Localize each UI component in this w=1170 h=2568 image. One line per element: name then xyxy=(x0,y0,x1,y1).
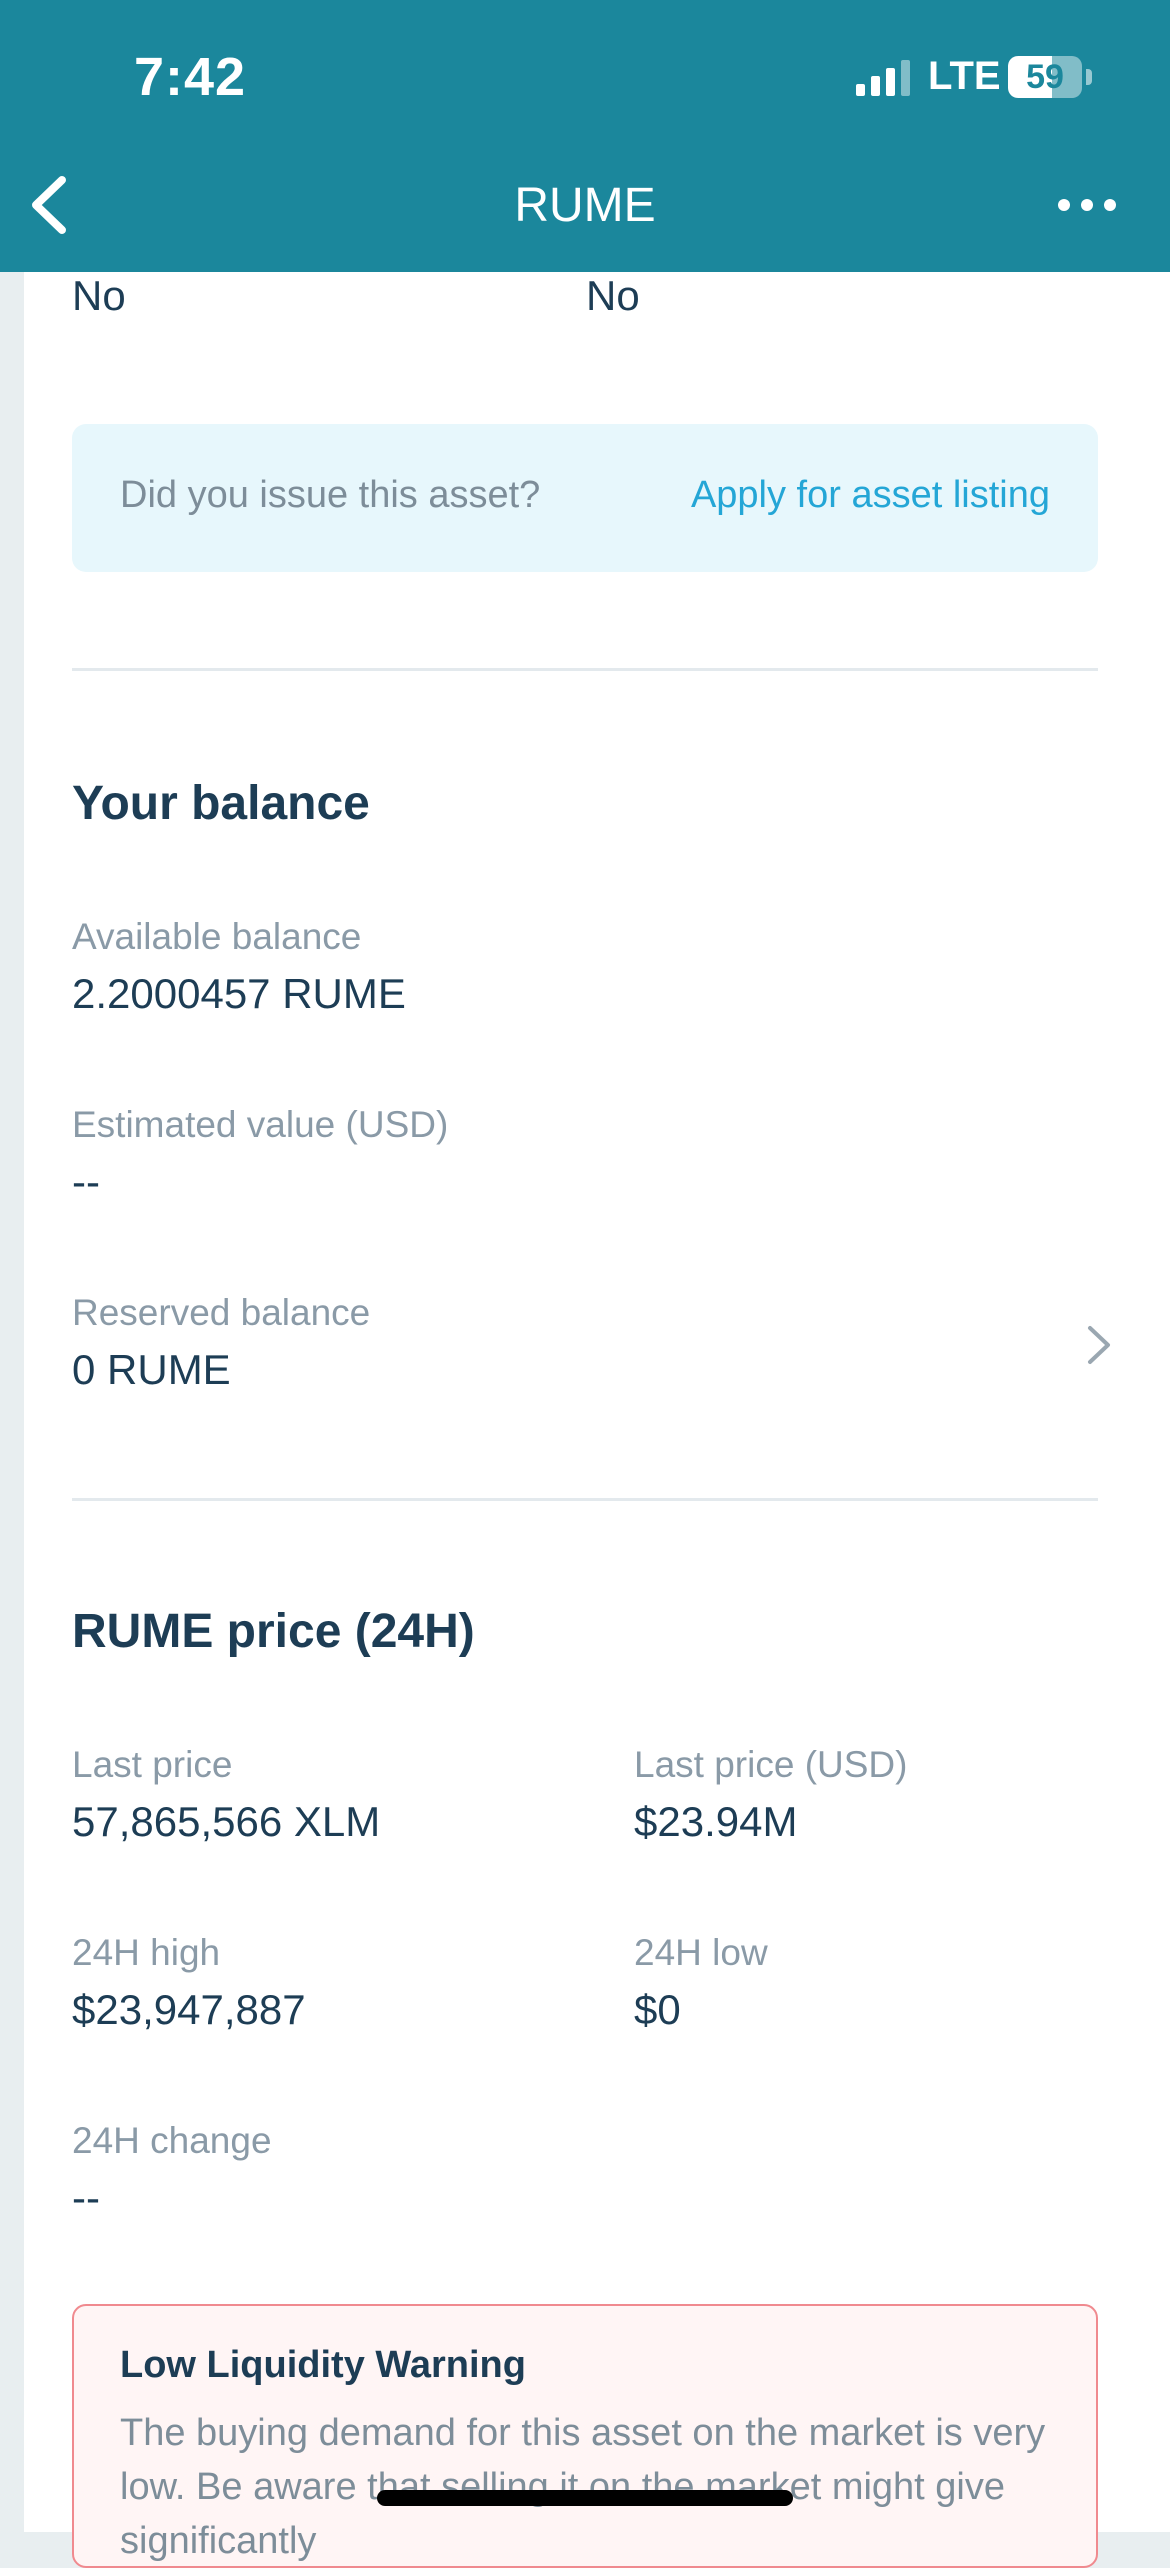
price-title: RUME price (24H) xyxy=(72,1605,475,1658)
last-price-value: 57,865,566 XLM xyxy=(72,1798,381,1845)
change-value: -- xyxy=(72,2174,100,2221)
change-label: 24H change xyxy=(72,2120,272,2161)
warning-title: Low Liquidity Warning xyxy=(120,2344,526,2386)
reserved-balance-row[interactable]: Reserved balance 0 RUME xyxy=(48,1272,1146,1412)
last-price-usd-value: $23.94M xyxy=(634,1798,798,1845)
chevron-right-icon xyxy=(1088,1326,1110,1364)
home-indicator[interactable] xyxy=(377,2490,793,2506)
low-liquidity-warning: Low Liquidity Warning The buying demand … xyxy=(72,2304,1098,2568)
apply-listing-link[interactable]: Apply for asset listing xyxy=(691,474,1050,517)
asset-details-card: No No Did you issue this asset? Apply fo… xyxy=(24,272,1170,2568)
warning-text: The buying demand for this asset on the … xyxy=(120,2412,1046,2562)
last-price-usd-label: Last price (USD) xyxy=(634,1744,908,1785)
more-button[interactable] xyxy=(1050,180,1124,230)
divider xyxy=(72,1498,1098,1501)
app-header: 7:42 LTE 59 RUME xyxy=(0,0,1170,272)
available-balance-label: Available balance xyxy=(72,916,362,957)
low-value: $0 xyxy=(634,1986,681,2033)
estimated-value-label: Estimated value (USD) xyxy=(72,1104,449,1145)
network-label: LTE xyxy=(928,54,1001,98)
balance-title: Your balance xyxy=(72,777,370,830)
reserved-balance-label: Reserved balance xyxy=(72,1292,371,1333)
high-value: $23,947,887 xyxy=(72,1986,306,2033)
estimated-value: -- xyxy=(72,1158,100,1205)
divider xyxy=(72,668,1098,671)
top-left-value: No xyxy=(72,272,126,319)
battery-icon: 59 xyxy=(1008,56,1092,98)
status-time: 7:42 xyxy=(134,47,247,107)
high-label: 24H high xyxy=(72,1932,221,1973)
top-right-value: No xyxy=(586,272,640,319)
available-balance-value: 2.2000457 RUME xyxy=(72,970,406,1017)
page-title: RUME xyxy=(514,179,656,232)
issue-question: Did you issue this asset? xyxy=(120,474,541,516)
battery-level: 59 xyxy=(1026,58,1064,96)
signal-icon xyxy=(856,60,910,96)
low-label: 24H low xyxy=(634,1932,768,1973)
reserved-balance-value: 0 RUME xyxy=(72,1346,231,1393)
ellipsis-icon xyxy=(1058,199,1116,211)
last-price-label: Last price xyxy=(72,1744,233,1785)
issue-banner: Did you issue this asset? Apply for asse… xyxy=(72,424,1098,572)
